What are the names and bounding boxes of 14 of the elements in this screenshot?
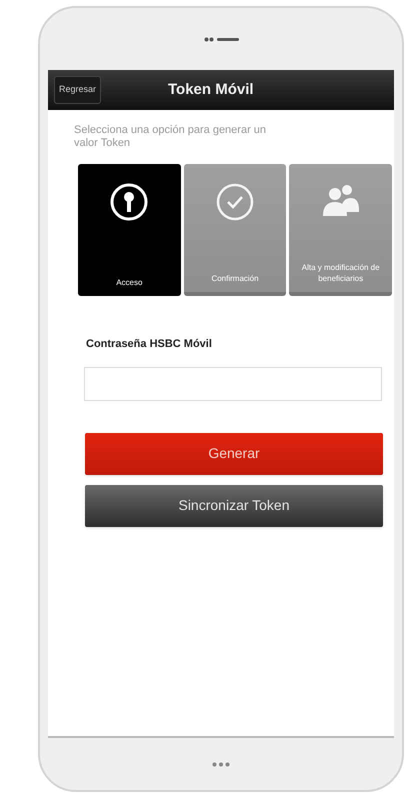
- option-tile[interactable]: Acceso: [78, 164, 181, 296]
- generate-button[interactable]: Generar: [85, 432, 383, 474]
- speaker-slot: [216, 38, 238, 40]
- instruction-text: Selecciona una opción para generar un valor Token: [74, 124, 268, 150]
- people-icon: [320, 182, 361, 218]
- check-icon: [215, 182, 255, 222]
- password-label: Contraseña HSBC Móvil: [86, 337, 213, 352]
- sync-button[interactable]: Sincronizar Token: [85, 484, 383, 526]
- back-button[interactable]: Regresar: [54, 76, 102, 104]
- home-indicator-icon: [212, 762, 230, 766]
- key-icon: [109, 182, 150, 222]
- password-field[interactable]: [84, 366, 382, 400]
- screen-title: Token Móvil: [168, 80, 254, 100]
- camera-icon: [204, 36, 214, 42]
